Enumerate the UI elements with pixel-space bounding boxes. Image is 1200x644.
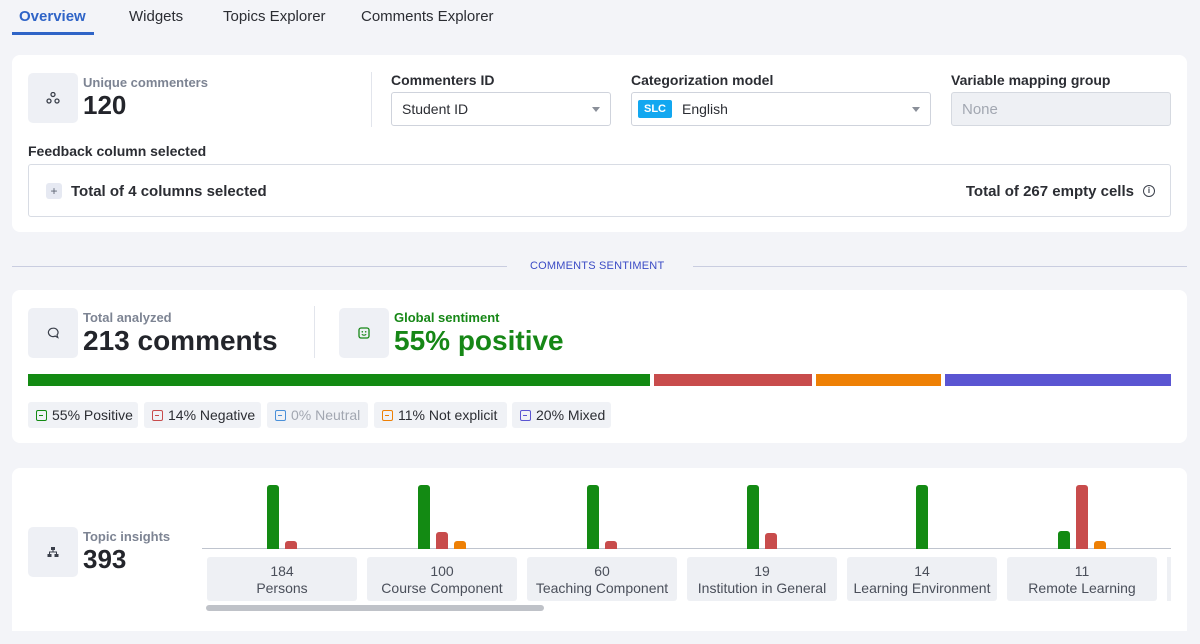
chip-positive: 55% Positive	[28, 402, 138, 428]
categorization-model-value: English	[682, 101, 728, 117]
topic-count: 184	[270, 563, 294, 579]
model-badge: SLC	[638, 100, 672, 118]
section-divider-right	[693, 266, 1187, 267]
chip-negative-label: 14% Negative	[168, 407, 256, 423]
commenters-id-select[interactable]: Student ID	[391, 92, 611, 126]
chip-positive-label: 55% Positive	[52, 407, 133, 423]
chip-mixed-label: 20% Mixed	[536, 407, 606, 423]
topic-name: Persons	[256, 580, 308, 596]
topic-card-remote-learning[interactable]: 11 Remote Learning	[1007, 557, 1157, 601]
chart-baseline	[202, 548, 1171, 549]
neutral-face-icon	[275, 409, 286, 421]
commenters-id-value: Student ID	[402, 101, 469, 117]
topic-name: Learning Environment	[853, 580, 991, 596]
topic-card-partial	[1167, 557, 1171, 601]
topic-bar-positive	[418, 485, 430, 549]
not-explicit-face-icon	[382, 409, 393, 421]
unique-commenters-label: Unique commenters	[83, 75, 208, 90]
sentiment-segment-positive	[28, 374, 651, 386]
info-icon[interactable]: i	[1143, 185, 1155, 197]
topic-hierarchy-icon	[28, 527, 78, 577]
negative-face-icon	[152, 409, 163, 421]
sentiment-segment-not-explicit	[816, 374, 941, 386]
topic-bar-negative	[436, 532, 448, 549]
feedback-column-label: Feedback column selected	[28, 143, 207, 159]
tab-bar: Overview Widgets Topics Explorer Comment…	[0, 0, 1200, 40]
chevron-down-icon	[592, 107, 600, 112]
topic-count: 14	[914, 563, 930, 579]
topic-bar-negative	[285, 541, 297, 549]
feedback-columns-panel[interactable]: + Total of 4 columns selected Total of 2…	[28, 164, 1171, 217]
topic-bar-positive	[267, 485, 279, 549]
topic-bar-not-explicit	[1094, 541, 1106, 549]
chevron-down-icon	[912, 107, 920, 112]
variable-mapping-value: None	[962, 100, 998, 118]
tab-topics-explorer[interactable]: Topics Explorer	[223, 8, 326, 25]
chip-negative: 14% Negative	[144, 402, 261, 428]
topic-count: 60	[594, 563, 610, 579]
topic-insights-value: 393	[83, 544, 127, 574]
topic-name: Teaching Component	[535, 580, 669, 596]
topic-bar-positive	[747, 485, 759, 549]
categorization-model-label: Categorization model	[631, 72, 774, 88]
topic-bar-positive	[587, 485, 599, 549]
global-sentiment-value: 55% positive	[394, 325, 564, 356]
topic-card-teaching-component[interactable]: 60 Teaching Component	[527, 557, 677, 601]
total-analyzed-label: Total analyzed	[83, 310, 172, 325]
chip-neutral: 0% Neutral	[267, 402, 368, 428]
empty-cells-text: Total of 267 empty cells	[965, 183, 1134, 200]
comment-icon	[28, 308, 78, 358]
topic-insights-label: Topic insights	[83, 529, 171, 544]
sentiment-segment-mixed	[944, 374, 1171, 386]
topic-count: 11	[1074, 563, 1090, 579]
positive-face-icon	[36, 409, 47, 421]
tab-overview[interactable]: Overview	[19, 8, 86, 25]
global-sentiment-label: Global sentiment	[394, 310, 500, 325]
chip-mixed: 20% Mixed	[512, 402, 611, 428]
topic-count: 19	[754, 563, 770, 579]
topic-bar-negative	[605, 541, 617, 549]
horizontal-scrollbar[interactable]	[206, 605, 544, 611]
tab-comments-explorer[interactable]: Comments Explorer	[361, 8, 494, 25]
section-title: COMMENTS SENTIMENT	[530, 260, 665, 272]
chip-not-explicit-label: 11% Not explicit	[398, 407, 498, 423]
topic-insights-card	[12, 468, 1187, 631]
total-analyzed-value: 213 comments	[83, 325, 278, 356]
topic-name: Remote Learning	[1028, 580, 1136, 596]
commenters-id-label: Commenters ID	[391, 72, 495, 88]
topic-count: 100	[430, 563, 454, 579]
categorization-model-select[interactable]: SLC English	[631, 92, 931, 126]
topic-name: Course Component	[381, 580, 503, 596]
variable-mapping-select: None	[951, 92, 1171, 126]
topic-card-institution-in-general[interactable]: 19 Institution in General	[687, 557, 837, 601]
tab-widgets[interactable]: Widgets	[129, 8, 183, 25]
active-tab-indicator	[12, 32, 94, 35]
divider	[314, 306, 315, 358]
section-divider-left	[12, 266, 507, 267]
variable-mapping-label: Variable mapping group	[951, 72, 1111, 88]
mixed-face-icon	[520, 409, 531, 421]
topic-card-course-component[interactable]: 100 Course Component	[367, 557, 517, 601]
expand-plus-icon[interactable]: +	[46, 183, 62, 199]
commenters-icon	[28, 73, 78, 123]
topic-bar-not-explicit	[454, 541, 466, 549]
topic-name: Institution in General	[697, 580, 827, 596]
chip-not-explicit: 11% Not explicit	[374, 402, 507, 428]
sentiment-segment-negative	[654, 374, 813, 386]
chip-neutral-label: 0% Neutral	[291, 407, 361, 423]
divider	[371, 72, 372, 127]
topic-card-learning-environment[interactable]: 14 Learning Environment	[847, 557, 997, 601]
topic-card-persons[interactable]: 184 Persons	[207, 557, 357, 601]
smile-icon	[339, 308, 389, 358]
topic-bar-negative	[1076, 485, 1088, 549]
unique-commenters-value: 120	[83, 90, 127, 120]
topic-bar-negative	[765, 533, 777, 549]
topic-bar-positive	[1058, 531, 1070, 549]
columns-selected-text: Total of 4 columns selected	[71, 183, 267, 200]
topic-bar-positive	[916, 485, 928, 549]
